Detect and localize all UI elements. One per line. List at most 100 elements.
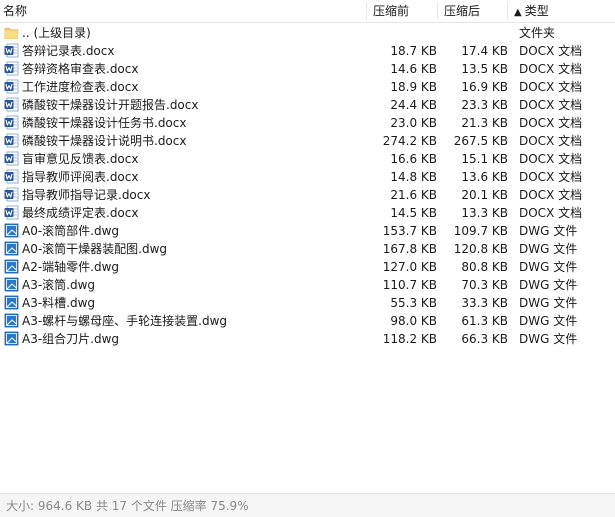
file-name: A0-滚筒干燥器装配图.dwg — [22, 242, 168, 256]
column-divider[interactable] — [437, 2, 438, 20]
word-doc-icon — [4, 115, 19, 130]
file-type: DWG 文件 — [519, 314, 578, 328]
packed-size: 13.6 KB — [461, 170, 508, 184]
file-name: A3-滚筒.dwg — [22, 278, 96, 292]
file-type: DOCX 文档 — [519, 80, 583, 94]
file-size: 16.6 KB — [390, 152, 437, 166]
file-row[interactable]: A3-滚筒.dwg 110.7 KB 70.3 KB DWG 文件 — [0, 276, 615, 294]
packed-size: 13.3 KB — [461, 206, 508, 220]
file-name: A3-料槽.dwg — [22, 296, 96, 310]
packed-size: 267.5 KB — [453, 134, 508, 148]
file-size: 153.7 KB — [382, 224, 437, 238]
status-bar: 大小: 964.6 KB 共 17 个文件 压缩率 75.9% — [0, 493, 615, 517]
file-size: 110.7 KB — [382, 278, 437, 292]
packed-size: 15.1 KB — [461, 152, 508, 166]
archive-summary: 大小: 964.6 KB 共 17 个文件 压缩率 75.9% — [6, 499, 249, 513]
file-name: 工作进度检查表.docx — [22, 80, 139, 94]
column-header-size[interactable]: 压缩前 — [373, 3, 409, 19]
packed-size: 61.3 KB — [461, 314, 508, 328]
column-header-packed-size[interactable]: 压缩后 — [444, 3, 480, 19]
file-type: DOCX 文档 — [519, 98, 583, 112]
file-row[interactable]: 盲审意见反馈表.docx 16.6 KB 15.1 KB DOCX 文档 — [0, 150, 615, 168]
file-row[interactable]: A2-端轴零件.dwg 127.0 KB 80.8 KB DWG 文件 — [0, 258, 615, 276]
file-name: 答辩记录表.docx — [22, 44, 115, 58]
word-doc-icon — [4, 169, 19, 184]
sort-ascending-icon: ▲ — [514, 7, 522, 18]
dwg-file-icon — [4, 277, 19, 292]
folder-up-icon — [4, 25, 19, 40]
file-row[interactable]: A3-组合刀片.dwg 118.2 KB 66.3 KB DWG 文件 — [0, 330, 615, 348]
file-row[interactable]: A3-螺杆与螺母座、手轮连接装置.dwg 98.0 KB 61.3 KB DWG 文件 — [0, 312, 615, 330]
file-name: 磷酸铵干燥器设计说明书.docx — [22, 134, 187, 148]
column-divider[interactable] — [366, 2, 367, 20]
file-name: 盲审意见反馈表.docx — [22, 152, 139, 166]
file-type: DWG 文件 — [519, 224, 578, 238]
file-row[interactable]: 答辩资格审查表.docx 14.6 KB 13.5 KB DOCX 文档 — [0, 60, 615, 78]
word-doc-icon — [4, 151, 19, 166]
file-size: 18.7 KB — [390, 44, 437, 58]
file-type: DOCX 文档 — [519, 188, 583, 202]
column-header-type[interactable]: ▲ 类型 — [514, 3, 549, 19]
word-doc-icon — [4, 61, 19, 76]
word-doc-icon — [4, 205, 19, 220]
packed-size: 33.3 KB — [461, 296, 508, 310]
file-size: 14.8 KB — [390, 170, 437, 184]
file-row[interactable]: A0-滚筒部件.dwg 153.7 KB 109.7 KB DWG 文件 — [0, 222, 615, 240]
dwg-file-icon — [4, 223, 19, 238]
file-type: DWG 文件 — [519, 278, 578, 292]
word-doc-icon — [4, 97, 19, 112]
packed-size: 80.8 KB — [461, 260, 508, 274]
file-name: 磷酸铵干燥器设计任务书.docx — [22, 116, 187, 130]
file-name: A3-组合刀片.dwg — [22, 332, 120, 346]
word-doc-icon — [4, 79, 19, 94]
file-row[interactable]: 最终成绩评定表.docx 14.5 KB 13.3 KB DOCX 文档 — [0, 204, 615, 222]
file-type: DOCX 文档 — [519, 62, 583, 76]
file-size: 14.5 KB — [390, 206, 437, 220]
file-row[interactable]: 指导教师指导记录.docx 21.6 KB 20.1 KB DOCX 文档 — [0, 186, 615, 204]
file-row[interactable]: 工作进度检查表.docx 18.9 KB 16.9 KB DOCX 文档 — [0, 78, 615, 96]
packed-size: 120.8 KB — [453, 242, 508, 256]
file-row[interactable]: 磷酸铵干燥器设计任务书.docx 23.0 KB 21.3 KB DOCX 文档 — [0, 114, 615, 132]
file-size: 98.0 KB — [390, 314, 437, 328]
file-name: .. (上级目录) — [22, 26, 91, 40]
file-type: DWG 文件 — [519, 260, 578, 274]
file-row[interactable]: 磷酸铵干燥器设计说明书.docx 274.2 KB 267.5 KB DOCX 文档 — [0, 132, 615, 150]
packed-size: 16.9 KB — [461, 80, 508, 94]
file-size: 14.6 KB — [390, 62, 437, 76]
file-size: 274.2 KB — [382, 134, 437, 148]
dwg-file-icon — [4, 331, 19, 346]
file-size — [370, 25, 437, 41]
packed-size: 23.3 KB — [461, 98, 508, 112]
column-header-bar: 名称 压缩前 压缩后 ▲ 类型 — [0, 0, 615, 23]
file-size: 24.4 KB — [390, 98, 437, 112]
file-size: 55.3 KB — [390, 296, 437, 310]
word-doc-icon — [4, 187, 19, 202]
file-name: A0-滚筒部件.dwg — [22, 224, 120, 238]
column-divider[interactable] — [507, 2, 508, 20]
dwg-file-icon — [4, 259, 19, 274]
file-size: 118.2 KB — [382, 332, 437, 346]
file-name: A3-螺杆与螺母座、手轮连接装置.dwg — [22, 314, 228, 328]
file-size: 167.8 KB — [382, 242, 437, 256]
file-row[interactable]: A3-料槽.dwg 55.3 KB 33.3 KB DWG 文件 — [0, 294, 615, 312]
file-type: DOCX 文档 — [519, 206, 583, 220]
parent-directory-row[interactable]: .. (上级目录) 文件夹 — [0, 24, 615, 42]
file-row[interactable]: 磷酸铵干燥器设计开题报告.docx 24.4 KB 23.3 KB DOCX 文档 — [0, 96, 615, 114]
word-doc-icon — [4, 133, 19, 148]
file-list[interactable]: .. (上级目录) 文件夹 答辩记录表.docx 18.7 KB 17.4 KB DOCX… — [0, 24, 615, 492]
column-header-name[interactable]: 名称 — [3, 3, 27, 19]
word-doc-icon — [4, 43, 19, 58]
file-type: DOCX 文档 — [519, 116, 583, 130]
file-name: A2-端轴零件.dwg — [22, 260, 120, 274]
file-type: DOCX 文档 — [519, 152, 583, 166]
file-row[interactable]: A0-滚筒干燥器装配图.dwg 167.8 KB 120.8 KB DWG 文件 — [0, 240, 615, 258]
file-row[interactable]: 指导教师评阅表.docx 14.8 KB 13.6 KB DOCX 文档 — [0, 168, 615, 186]
file-name: 答辩资格审查表.docx — [22, 62, 139, 76]
file-type: DOCX 文档 — [519, 44, 583, 58]
file-name: 磷酸铵干燥器设计开题报告.docx — [22, 98, 199, 112]
file-type: 文件夹 — [519, 26, 556, 40]
packed-size: 70.3 KB — [461, 278, 508, 292]
column-header-type-label: 类型 — [524, 4, 549, 18]
file-type: DOCX 文档 — [519, 170, 583, 184]
file-row[interactable]: 答辩记录表.docx 18.7 KB 17.4 KB DOCX 文档 — [0, 42, 615, 60]
